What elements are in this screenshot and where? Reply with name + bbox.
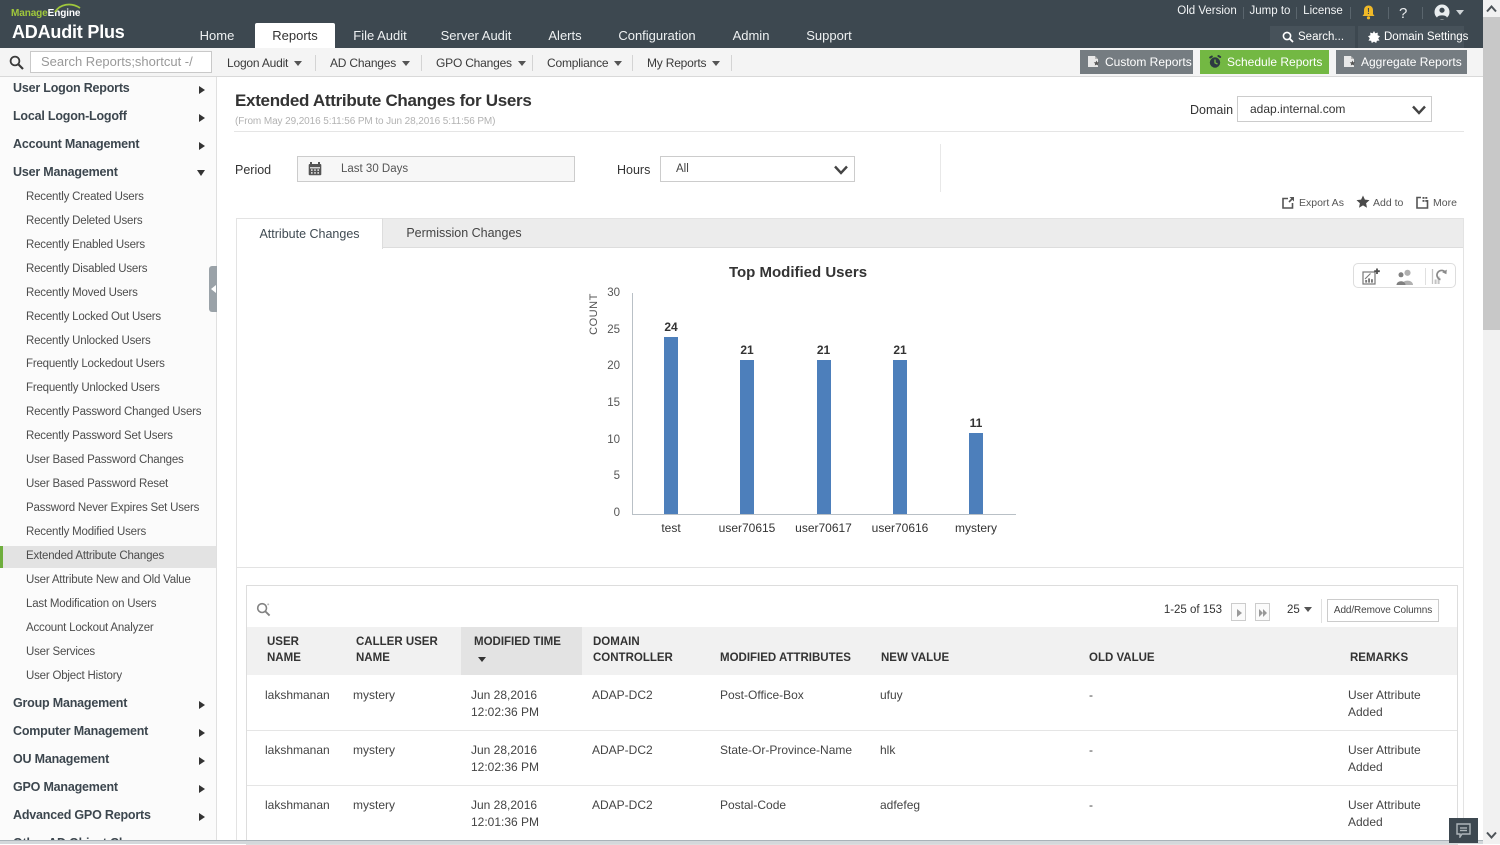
- svg-text:!: !: [1367, 7, 1370, 16]
